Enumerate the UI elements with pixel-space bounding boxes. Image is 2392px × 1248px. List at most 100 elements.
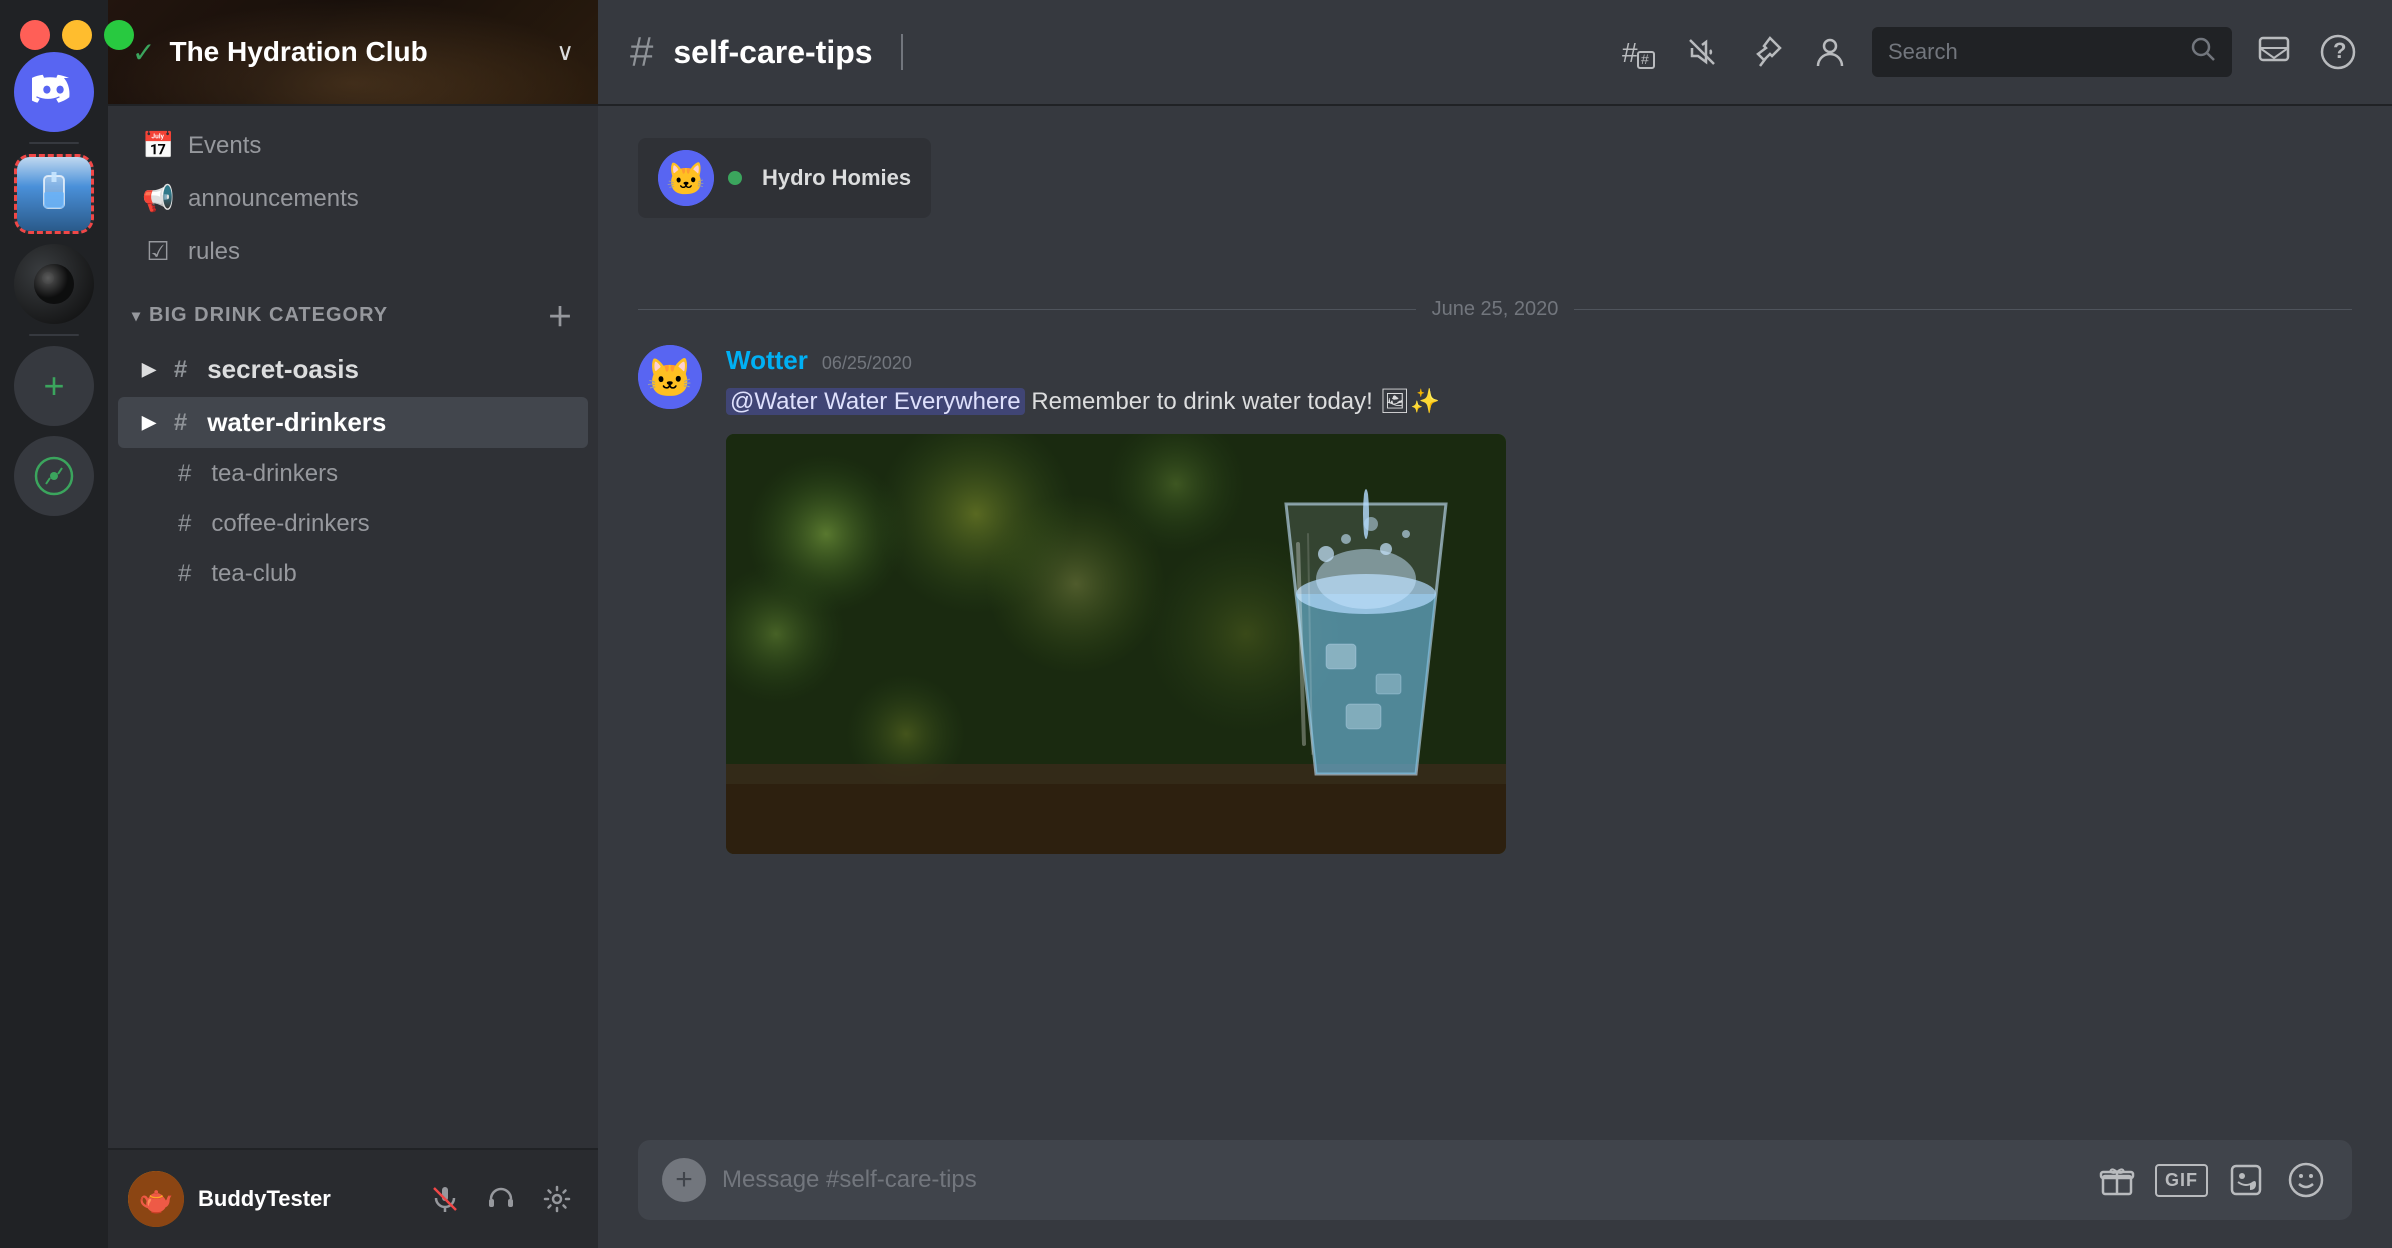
category-header-big-drink[interactable]: ▾ BIG DRINK CATEGORY ＋ [108, 279, 598, 342]
channel-label-secret-oasis: secret-oasis [207, 354, 359, 385]
emoji-button[interactable] [2284, 1158, 2328, 1202]
channel-label-water-drinkers: water-drinkers [207, 407, 386, 438]
events-icon: 📅 [142, 130, 174, 161]
header-divider [901, 34, 903, 70]
mute-button[interactable] [424, 1178, 466, 1220]
message-body-text: Remember to drink water today! 🖼✨ [1031, 388, 1440, 415]
category-collapse-icon: ▾ [132, 306, 141, 326]
hash-icon-5: # [178, 560, 191, 588]
channel-header: # self-care-tips # # [598, 0, 2392, 106]
input-actions: GIF [2095, 1158, 2328, 1202]
channel-item-rules[interactable]: ☑ rules [118, 226, 588, 277]
hash-icon-2: # [174, 409, 187, 437]
server-name: The Hydration Club [169, 36, 427, 68]
date-separator: June 25, 2020 [638, 298, 2352, 321]
gift-button[interactable] [2095, 1158, 2139, 1202]
hash-icon: # [174, 356, 187, 384]
pin-icon[interactable] [1744, 30, 1788, 74]
message-header: Wotter 06/25/2020 [726, 345, 2352, 376]
add-icon: + [675, 1163, 693, 1197]
message-input-area: + GIF [598, 1120, 2392, 1248]
gif-button[interactable]: GIF [2155, 1164, 2208, 1197]
search-icon [2190, 36, 2216, 69]
message-input-field[interactable] [722, 1166, 2079, 1194]
channel-list: 📅 Events 📢 announcements ☑ rules ▾ BIG D… [108, 106, 598, 1148]
topic-avatar: 🐱 [658, 150, 714, 206]
sticker-button[interactable] [2224, 1158, 2268, 1202]
svg-text:?: ? [2333, 38, 2346, 63]
online-status-dot [728, 171, 742, 185]
headset-button[interactable] [480, 1178, 522, 1220]
user-info: BuddyTester [198, 1186, 410, 1212]
message-input-wrapper: + GIF [638, 1140, 2352, 1220]
channel-item-coffee-drinkers[interactable]: # coffee-drinkers [118, 500, 588, 548]
search-placeholder: Search [1888, 39, 2180, 65]
channel-item-events[interactable]: 📅 Events [118, 120, 588, 171]
server-dropdown-icon: ∨ [556, 38, 574, 67]
message-group: 🐱 Wotter 06/25/2020 @Water Water Everywh… [638, 345, 2352, 854]
help-icon[interactable]: ? [2316, 30, 2360, 74]
channel-label-announcements: announcements [188, 185, 359, 213]
inbox-icon[interactable] [2252, 30, 2296, 74]
channel-label-rules: rules [188, 238, 240, 266]
message-image [726, 434, 1506, 854]
channel-topic-bar: 🐱 Hydro Homies [638, 138, 931, 218]
svg-text:#: # [1641, 51, 1649, 67]
channel-item-secret-oasis[interactable]: ▶ # secret-oasis [118, 344, 588, 395]
message-avatar[interactable]: 🐱 [638, 345, 702, 409]
channel-item-announcements[interactable]: 📢 announcements [118, 173, 588, 224]
channel-expand-arrow-2: ▶ [142, 412, 156, 433]
header-actions: # # [1616, 27, 2360, 77]
channel-sidebar: ✓ The Hydration Club ∨ 📅 Events 📢 announ… [108, 0, 598, 1248]
announcements-icon: 📢 [142, 183, 174, 214]
server-divider-2 [29, 334, 79, 336]
maximize-button[interactable] [104, 20, 134, 50]
server-header[interactable]: ✓ The Hydration Club ∨ [108, 0, 598, 106]
explore-button[interactable] [14, 436, 94, 516]
channel-label-events: Events [188, 132, 261, 160]
topic-name: Hydro Homies [762, 165, 911, 191]
server-sidebar: + [0, 0, 108, 1248]
channel-label-tea-club: tea-club [211, 560, 296, 588]
svg-text:🐱: 🐱 [666, 161, 706, 197]
channel-item-tea-drinkers[interactable]: # tea-drinkers [118, 450, 588, 498]
channel-item-tea-club[interactable]: # tea-club [118, 550, 588, 598]
channel-label-tea-drinkers: tea-drinkers [211, 460, 338, 488]
minimize-button[interactable] [62, 20, 92, 50]
settings-button[interactable] [536, 1178, 578, 1220]
server-icon-hydration-club[interactable] [14, 154, 94, 234]
user-avatar: 🫖 [128, 1171, 184, 1227]
message-username[interactable]: Wotter [726, 345, 808, 376]
add-server-button[interactable]: + [14, 346, 94, 426]
search-bar[interactable]: Search [1872, 27, 2232, 77]
server-divider [29, 142, 79, 144]
channel-title: self-care-tips [673, 34, 872, 71]
date-label: June 25, 2020 [1432, 298, 1559, 321]
input-add-button[interactable]: + [662, 1158, 706, 1202]
message-content: Wotter 06/25/2020 @Water Water Everywher… [726, 345, 2352, 854]
svg-text:🫖: 🫖 [139, 1184, 174, 1215]
message-timestamp: 06/25/2020 [822, 353, 912, 374]
svg-text:#: # [1622, 37, 1638, 68]
rules-icon: ☑ [142, 236, 174, 267]
channel-item-water-drinkers[interactable]: ▶ # water-drinkers [118, 397, 588, 448]
channel-expand-arrow: ▶ [142, 359, 156, 380]
category-label: BIG DRINK CATEGORY [149, 304, 388, 327]
svg-text:🐱: 🐱 [646, 357, 693, 400]
user-footer: 🫖 BuddyTester [108, 1148, 598, 1248]
main-content: # self-care-tips # # [598, 0, 2392, 1248]
message-text: @Water Water Everywhere Remember to drin… [726, 384, 2352, 420]
chat-area: 🐱 Hydro Homies June 25, 2020 🐱 Wotter [598, 106, 2392, 1120]
members-icon[interactable] [1808, 30, 1852, 74]
server-icon-dark-sphere[interactable] [14, 244, 94, 324]
username-display: BuddyTester [198, 1186, 410, 1212]
close-button[interactable] [20, 20, 50, 50]
mention-tag[interactable]: @Water Water Everywhere [726, 388, 1025, 415]
threads-icon[interactable]: # # [1616, 30, 1660, 74]
hash-icon-3: # [178, 460, 191, 488]
mute-channel-icon[interactable] [1680, 30, 1724, 74]
hash-icon-4: # [178, 510, 191, 538]
channel-label-coffee-drinkers: coffee-drinkers [211, 510, 369, 538]
category-add-button[interactable]: ＋ [547, 297, 574, 334]
channel-hash-icon: # [630, 28, 653, 76]
